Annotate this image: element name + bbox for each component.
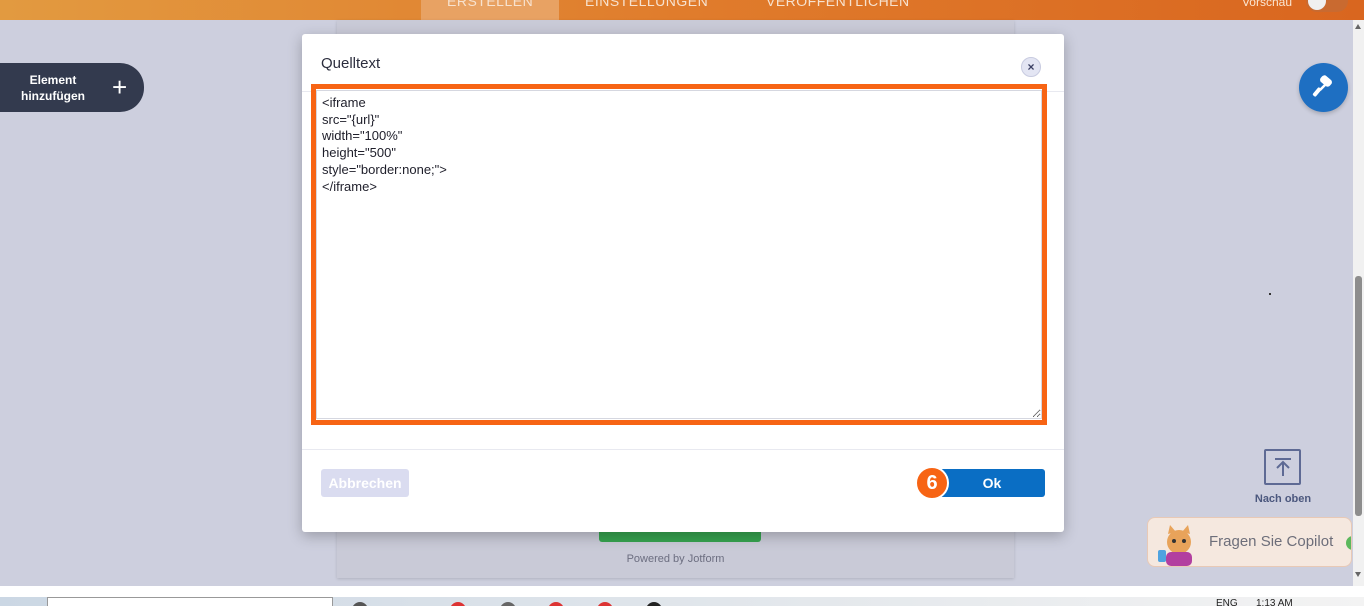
divider: [302, 449, 1064, 450]
tab-erstellen[interactable]: ERSTELLEN: [421, 0, 560, 20]
preview-toggle[interactable]: [1306, 0, 1348, 12]
copilot-button[interactable]: Fragen Sie Copilot: [1147, 517, 1352, 567]
app-icon[interactable]: [450, 602, 466, 606]
step-number-badge: 6: [915, 466, 949, 500]
plus-icon: +: [112, 72, 128, 102]
app-icon[interactable]: [548, 602, 564, 606]
source-code-dialog: Quelltext × <iframe src="{url}" width="1…: [302, 34, 1064, 532]
tab-veroeffentlichen[interactable]: VERÖFFENTLICHEN: [766, 0, 910, 20]
ok-button[interactable]: Ok: [939, 469, 1045, 497]
powered-by-text: Powered by Jotform: [626, 553, 725, 565]
tab-einstellungen[interactable]: EINSTELLUNGEN: [585, 0, 708, 20]
app-icon[interactable]: [646, 602, 662, 606]
clock[interactable]: 1:13 AM: [1256, 598, 1293, 606]
page-scrollbar[interactable]: [1353, 20, 1364, 586]
add-element-button[interactable]: Element hinzufügen +: [0, 63, 144, 112]
dialog-title: Quelltext: [321, 55, 381, 72]
copilot-status-dot: [1346, 536, 1351, 550]
copilot-avatar-icon: [1158, 525, 1192, 566]
page-bottom-strip: [0, 586, 1364, 597]
taskview-icon[interactable]: [352, 602, 368, 606]
source-code-textarea[interactable]: <iframe src="{url}" width="100%" height=…: [316, 90, 1042, 419]
back-to-top-button[interactable]: [1264, 449, 1301, 485]
arrow-up-icon: [1275, 458, 1291, 476]
top-navigation-bar: ERSTELLEN EINSTELLUNGEN VERÖFFENTLICHEN …: [0, 0, 1364, 20]
app-icon[interactable]: [500, 602, 516, 606]
stray-dot: [1269, 293, 1271, 295]
scrollbar-thumb[interactable]: [1355, 276, 1362, 516]
preview-label: Vorschau: [1241, 0, 1292, 9]
copilot-label: Fragen Sie Copilot: [1209, 533, 1334, 550]
paint-roller-icon: [1312, 75, 1332, 97]
toggle-knob: [1308, 0, 1326, 10]
add-element-label: Element hinzufügen: [21, 73, 85, 103]
os-taskbar: ENG 1:13 AM: [0, 597, 1364, 606]
cancel-button[interactable]: Abbrechen: [321, 469, 409, 497]
language-indicator[interactable]: ENG: [1216, 598, 1238, 606]
form-designer-button[interactable]: [1299, 63, 1348, 112]
scroll-down-icon[interactable]: [1355, 572, 1361, 577]
scroll-up-icon[interactable]: [1355, 24, 1361, 29]
app-icon[interactable]: [597, 602, 613, 606]
back-to-top-label: Nach oben: [1254, 493, 1312, 505]
close-icon[interactable]: ×: [1021, 57, 1041, 77]
taskbar-search[interactable]: [47, 597, 333, 606]
